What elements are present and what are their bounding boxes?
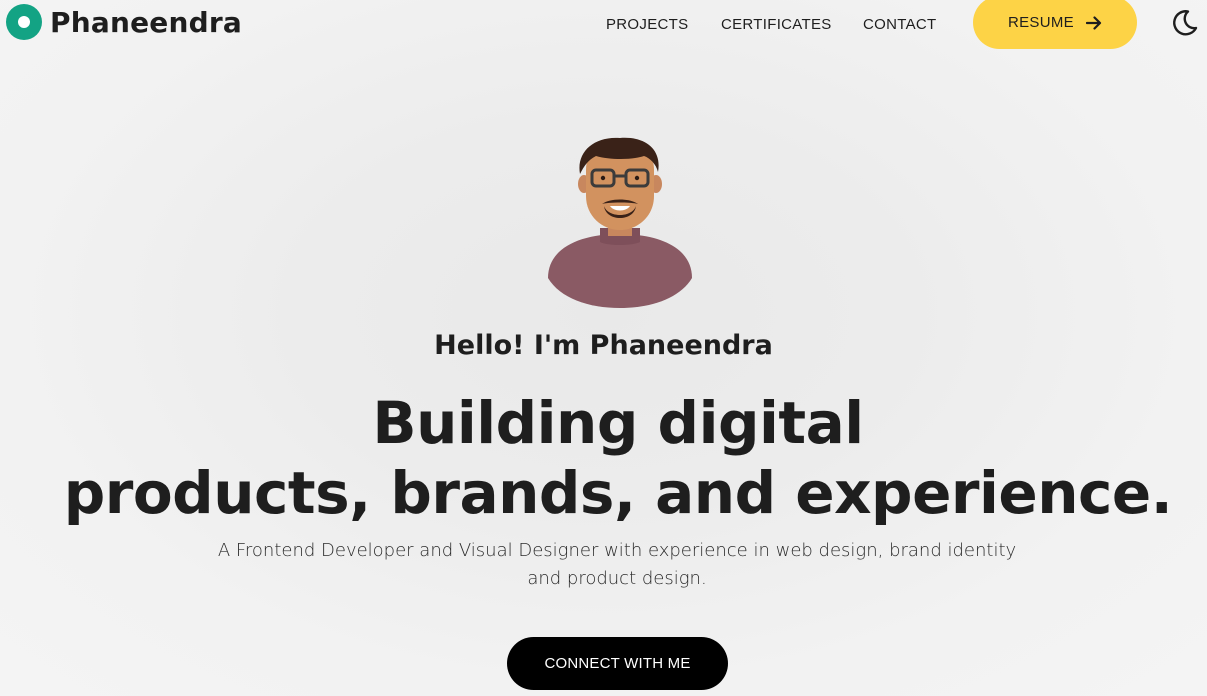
nav-certificates[interactable]: CERTIFICATES: [721, 16, 832, 33]
arrow-right-icon: [1085, 15, 1102, 30]
nav-projects[interactable]: PROJECTS: [606, 16, 688, 33]
headline-line-2: products, brands, and experience.: [63, 459, 1173, 527]
resume-label: RESUME: [1008, 14, 1074, 31]
circle-logo-icon: [6, 4, 42, 40]
avatar-illustration: [548, 137, 692, 308]
resume-button[interactable]: RESUME: [973, 0, 1137, 49]
theme-toggle-button[interactable]: [1167, 6, 1201, 40]
logo-link[interactable]: Phaneendra: [6, 4, 242, 40]
hero-greeting: Hello! I'm Phaneendra: [434, 330, 773, 361]
hero-subtitle: A Frontend Developer and Visual Designer…: [217, 540, 1017, 589]
connect-with-me-button[interactable]: CONNECT WITH ME: [507, 637, 728, 690]
moon-icon: [1173, 10, 1198, 36]
headline-line-1: Building digital: [372, 389, 864, 457]
hero-headline: Building digital products, brands, and e…: [0, 388, 1207, 528]
site-header: Phaneendra PROJECTS CERTIFICATES CONTACT…: [0, 0, 1207, 50]
nav-contact[interactable]: CONTACT: [863, 16, 936, 33]
logo-text: Phaneendra: [50, 5, 242, 39]
